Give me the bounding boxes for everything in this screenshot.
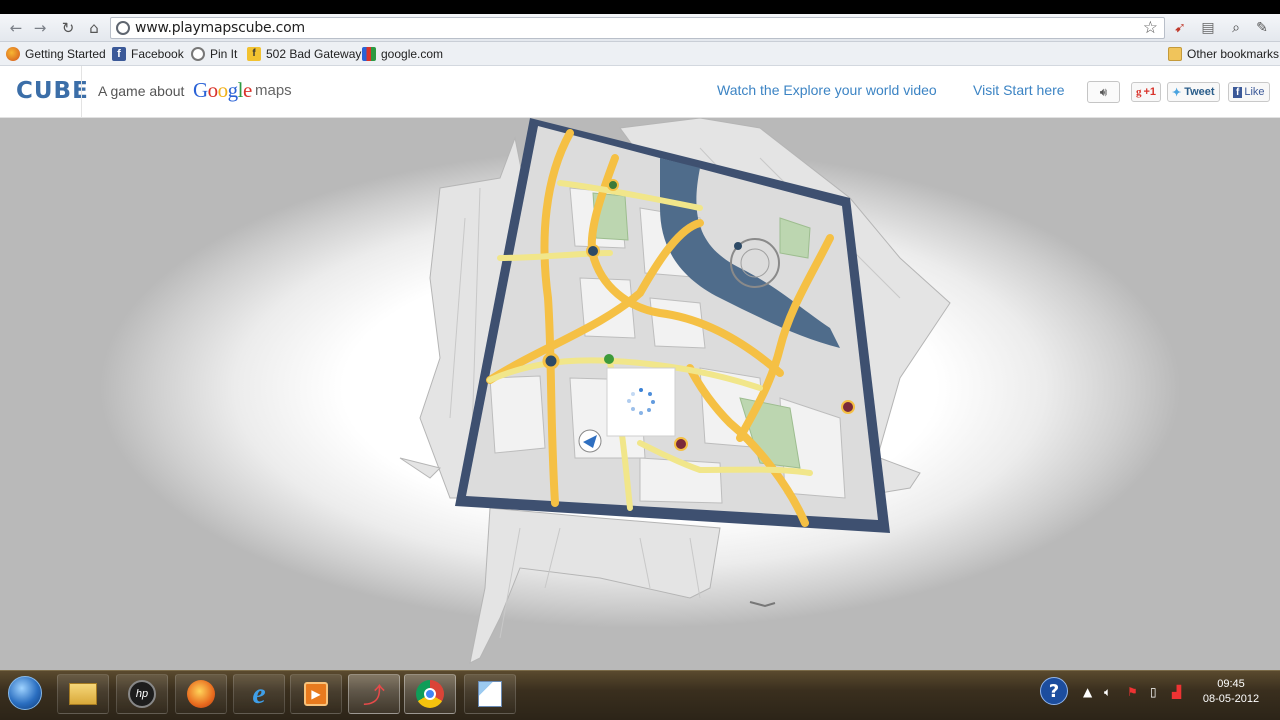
pinterest-icon (191, 47, 205, 61)
extension-arrow-icon[interactable]: ➹ (1170, 18, 1190, 38)
windows-orb-icon (8, 676, 42, 710)
site-header: CUBE A game about Google maps Watch the … (0, 66, 1280, 118)
google-letter: e (243, 78, 252, 102)
bookmarks-bar: Getting Started f Facebook Pin It f 502 … (0, 42, 1280, 66)
gplus-icon: g (1136, 86, 1142, 98)
wrench-icon[interactable]: ✎ (1252, 18, 1272, 38)
chrome-icon (416, 680, 444, 708)
facebook-icon: f (1233, 86, 1243, 98)
gateway-icon: f (247, 47, 261, 61)
bookmark-502-bad-gateway[interactable]: f 502 Bad Gateway (247, 45, 361, 63)
google-letter: o (217, 78, 229, 102)
facebook-icon: f (112, 47, 126, 61)
windows-taskbar: hp e ▶ ⤴ ? ▲ 🔈︎ ⚑ ▯ ▟ 09:45 08-05-2012 (0, 670, 1280, 720)
bookmark-pin-it[interactable]: Pin It (191, 45, 237, 63)
loading-box (606, 367, 676, 437)
tweet-label: Tweet (1184, 86, 1215, 98)
gplus-label: +1 (1143, 86, 1157, 98)
maps-word: maps (255, 82, 292, 99)
top-black-bar (0, 0, 1280, 14)
sound-toggle-button[interactable]: 🔊︎ (1087, 81, 1120, 103)
bookmark-star-icon[interactable]: ☆ (1143, 18, 1158, 38)
bookmark-label: Facebook (131, 47, 184, 61)
screen: ← → ↻ ⌂ www.playmapscube.com ☆ ➹ ▤ ⌕ ✎ G… (0, 0, 1280, 720)
forward-arrow-icon[interactable]: → (30, 18, 50, 38)
bookmark-facebook[interactable]: f Facebook (112, 45, 184, 63)
google-favicon-icon (362, 47, 376, 61)
tweet-button[interactable]: ✦ Tweet (1167, 82, 1220, 102)
back-arrow-icon[interactable]: ← (6, 18, 26, 38)
media-player-icon: ▶ (304, 682, 328, 706)
taskbar-media-player[interactable]: ▶ (290, 674, 342, 714)
extension-page-icon[interactable]: ▤ (1198, 18, 1218, 38)
map-cube-render (399, 118, 951, 664)
visit-start-link[interactable]: Visit Start here (973, 82, 1065, 98)
bookmark-label: google.com (381, 47, 444, 61)
google-letter: g (227, 78, 239, 102)
hp-icon: hp (128, 680, 156, 708)
bookmark-label: Getting Started (25, 47, 106, 61)
google-wordmark: Google (193, 78, 252, 103)
google-letter: o (207, 78, 219, 102)
cube-logo[interactable]: CUBE (16, 78, 89, 104)
system-clock[interactable]: 09:45 08-05-2012 (1196, 677, 1266, 707)
marker-maroon (841, 400, 855, 414)
bookmark-getting-started[interactable]: Getting Started (6, 45, 106, 63)
folder-icon (1168, 47, 1182, 61)
network-icon[interactable]: ▟ (1172, 685, 1181, 699)
taskbar-firefox[interactable] (175, 674, 227, 714)
bookmark-google[interactable]: google.com (362, 45, 443, 63)
clock-time: 09:45 (1217, 678, 1245, 690)
marker-blue (542, 352, 560, 370)
taskbar-drawing-app[interactable]: ⤴ (348, 674, 400, 714)
firefox-icon (6, 47, 20, 61)
bookmark-label: 502 Bad Gateway (266, 47, 362, 61)
google-letter: G (193, 78, 208, 102)
marker-green (604, 354, 614, 364)
taskbar-paint[interactable] (464, 674, 516, 714)
taskbar-chrome[interactable] (404, 674, 456, 714)
other-bookmarks-label: Other bookmarks (1187, 47, 1280, 61)
home-icon[interactable]: ⌂ (84, 18, 104, 38)
address-bar[interactable]: www.playmapscube.com ☆ (110, 17, 1165, 39)
taskbar-hp[interactable]: hp (116, 674, 168, 714)
windows-explorer-icon (69, 683, 97, 705)
tagline: A game about (98, 83, 185, 99)
firefox-icon (187, 680, 215, 708)
like-button[interactable]: f Like (1228, 82, 1270, 102)
other-bookmarks[interactable]: Other bookmarks (1168, 45, 1279, 63)
show-hidden-icons-icon[interactable]: ▲ (1083, 685, 1092, 699)
marker-blue (734, 242, 742, 250)
url-text[interactable]: www.playmapscube.com (135, 20, 305, 36)
marker-green (607, 179, 619, 191)
divider (81, 66, 82, 118)
start-button[interactable] (3, 673, 47, 713)
paint-icon (478, 681, 502, 707)
bookmark-label: Pin It (210, 47, 238, 61)
help-icon[interactable]: ? (1040, 677, 1068, 705)
gplus-button[interactable]: g +1 (1131, 82, 1162, 102)
globe-icon (116, 21, 130, 35)
reload-icon[interactable]: ↻ (58, 18, 78, 38)
action-center-flag-icon[interactable]: ⚑ (1127, 685, 1138, 699)
internet-explorer-icon: e (252, 677, 266, 710)
taskbar-ie[interactable]: e (233, 674, 285, 714)
clock-date: 08-05-2012 (1202, 693, 1260, 705)
browser-toolbar: ← → ↻ ⌂ www.playmapscube.com ☆ ➹ ▤ ⌕ ✎ (0, 14, 1280, 42)
marker-blue (586, 244, 600, 258)
bird-icon (749, 601, 776, 608)
marker-maroon (674, 437, 688, 451)
power-icon[interactable]: ▯ (1150, 685, 1157, 699)
watch-video-link[interactable]: Watch the Explore your world video (717, 82, 937, 98)
speaker-icon: 🔊︎ (1099, 85, 1108, 99)
like-label: Like (1244, 86, 1265, 98)
taskbar-explorer[interactable] (57, 674, 109, 714)
search-icon[interactable]: ⌕ (1226, 18, 1246, 38)
twitter-bird-icon: ✦ (1172, 86, 1182, 99)
speaker-muted-icon[interactable]: 🔈︎ (1104, 685, 1111, 700)
drawing-app-icon: ⤴ (362, 683, 385, 708)
game-canvas[interactable] (0, 118, 1280, 670)
